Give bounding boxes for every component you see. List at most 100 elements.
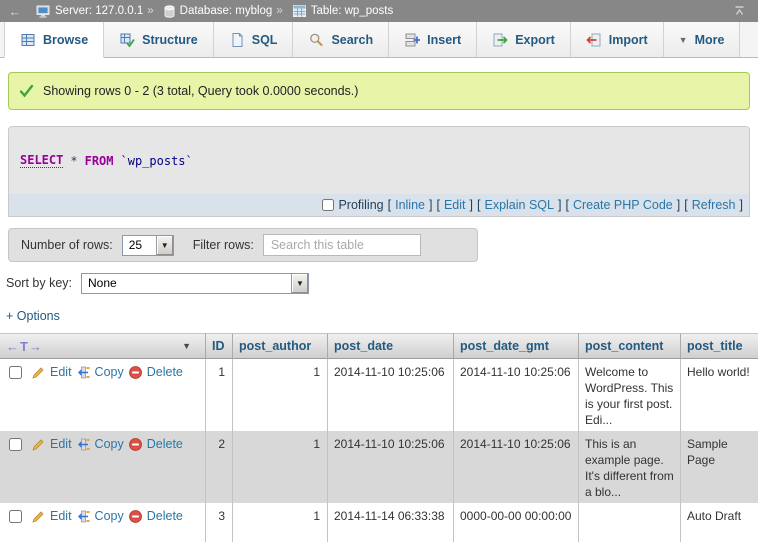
cell-post-author: 1 [232, 503, 327, 542]
column-header-post-title[interactable]: post_title [680, 333, 758, 359]
delete-icon [129, 438, 142, 451]
tab-browse[interactable]: Browse [4, 22, 104, 58]
structure-icon [119, 32, 135, 48]
cell-id: 3 [205, 503, 232, 542]
tab-sql[interactable]: SQL [214, 22, 294, 57]
num-rows-select[interactable]: 25 ▼ [122, 235, 174, 256]
row-actions-cell: Edit Copy Delete [0, 359, 205, 385]
tab-import[interactable]: Import [571, 22, 664, 57]
success-check-icon [19, 84, 34, 98]
status-message: Showing rows 0 - 2 (3 total, Query took … [8, 72, 750, 110]
tab-insert[interactable]: Insert [389, 22, 477, 57]
tab-bar: Browse Structure SQL Search Insert Expor… [0, 22, 758, 58]
cell-post-author: 1 [232, 359, 327, 431]
inline-link[interactable]: Inline [395, 198, 425, 212]
back-arrow-icon[interactable]: ← [0, 0, 30, 22]
copy-link[interactable]: Copy [95, 508, 124, 524]
edit-pencil-icon [32, 366, 45, 379]
cell-post-title: Hello world! [680, 359, 758, 431]
column-header-post-author[interactable]: post_author [232, 333, 327, 359]
breadcrumb-database[interactable]: Database: myblog [180, 5, 273, 17]
row-actions-cell: Edit Copy Delete [0, 503, 205, 529]
cell-post-author: 1 [232, 431, 327, 503]
create-php-code-link[interactable]: Create PHP Code [573, 198, 673, 212]
export-icon [492, 32, 508, 48]
tab-export[interactable]: Export [477, 22, 571, 57]
tab-label: Import [609, 33, 648, 47]
row-checkbox[interactable] [9, 510, 22, 523]
breadcrumb: ← Server: 127.0.0.1 » Database: myblog »… [0, 0, 758, 22]
search-icon [308, 32, 324, 48]
copy-link[interactable]: Copy [95, 364, 124, 380]
cell-post-title: Sample Page [680, 431, 758, 503]
cell-post-date: 2014-11-10 10:25:06 [327, 431, 453, 503]
table-icon [293, 5, 306, 17]
column-header-post-content[interactable]: post_content [578, 333, 680, 359]
edit-pencil-icon [32, 438, 45, 451]
bracket: ] [740, 198, 743, 212]
column-options-caret-icon[interactable]: ▼ [182, 341, 191, 351]
edit-link[interactable]: Edit [50, 508, 72, 524]
refresh-link[interactable]: Refresh [692, 198, 736, 212]
column-header-post-date-gmt[interactable]: post_date_gmt [453, 333, 578, 359]
copy-icon [77, 366, 90, 379]
copy-link[interactable]: Copy [95, 436, 124, 452]
delete-icon [129, 366, 142, 379]
query-actions-bar: Profiling [ Inline ] [ Edit ] [ Explain … [9, 194, 749, 216]
cell-post-date: 2014-11-14 06:33:38 [327, 503, 453, 542]
delete-link[interactable]: Delete [147, 508, 183, 524]
cell-post-content [578, 503, 680, 542]
delete-link[interactable]: Delete [147, 436, 183, 452]
breadcrumb-separator: » [147, 5, 153, 17]
sort-by-key-label: Sort by key: [6, 276, 72, 290]
sql-keyword-select[interactable]: SELECT [20, 153, 63, 168]
tab-label: Browse [43, 33, 88, 47]
cell-post-date: 2014-11-10 10:25:06 [327, 359, 453, 431]
row-actions-cell: Edit Copy Delete [0, 431, 205, 457]
row-checkbox[interactable] [9, 366, 22, 379]
edit-pencil-icon [32, 510, 45, 523]
edit-link[interactable]: Edit [50, 364, 72, 380]
tab-more[interactable]: ▼ More [664, 22, 741, 57]
breadcrumb-server[interactable]: Server: 127.0.0.1 [55, 5, 143, 17]
bracket: [ [565, 198, 568, 212]
bracket: [ [388, 198, 391, 212]
insert-icon [404, 32, 420, 48]
delete-icon [129, 510, 142, 523]
tab-structure[interactable]: Structure [104, 22, 214, 57]
edit-link[interactable]: Edit [50, 436, 72, 452]
transpose-control[interactable]: ←T→ [6, 339, 43, 354]
delete-link[interactable]: Delete [147, 364, 183, 380]
cell-post-date-gmt: 2014-11-10 10:25:06 [453, 359, 578, 431]
bracket: [ [684, 198, 687, 212]
select-arrow-icon: ▼ [291, 274, 308, 293]
row-checkbox[interactable] [9, 438, 22, 451]
header-actions-cell: ←T→ ▼ [0, 333, 205, 359]
profiling-checkbox[interactable] [322, 199, 334, 211]
browse-icon [20, 32, 36, 48]
server-icon [36, 5, 50, 18]
column-header-id[interactable]: ID [205, 333, 232, 359]
select-arrow-icon: ▼ [156, 236, 173, 255]
sort-row: Sort by key: None ▼ [6, 271, 758, 295]
tab-label: Structure [142, 33, 198, 47]
table-row: Edit Copy Delete 1 1 2014-11-10 10:25:06… [0, 359, 758, 431]
copy-icon [77, 438, 90, 451]
collapse-panel-icon[interactable] [733, 5, 746, 17]
table-header-row: ←T→ ▼ ID post_author post_date post_date… [0, 333, 758, 359]
explain-sql-link[interactable]: Explain SQL [484, 198, 553, 212]
table-row: Edit Copy Delete 2 1 2014-11-10 10:25:06… [0, 431, 758, 503]
sort-key-select[interactable]: None ▼ [81, 273, 309, 294]
options-toggle-link[interactable]: + Options [6, 309, 60, 323]
bracket: ] [558, 198, 561, 212]
sql-icon [229, 32, 245, 48]
database-icon [164, 5, 175, 18]
breadcrumb-table[interactable]: Table: wp_posts [311, 5, 393, 17]
tab-search[interactable]: Search [293, 22, 389, 57]
filter-rows-input[interactable] [263, 234, 421, 256]
edit-query-link[interactable]: Edit [444, 198, 466, 212]
column-header-post-date[interactable]: post_date [327, 333, 453, 359]
sql-table-identifier: `wp_posts` [121, 154, 193, 168]
cell-post-date-gmt: 0000-00-00 00:00:00 [453, 503, 578, 542]
cell-post-content: Welcome to WordPress. This is your first… [578, 359, 680, 431]
